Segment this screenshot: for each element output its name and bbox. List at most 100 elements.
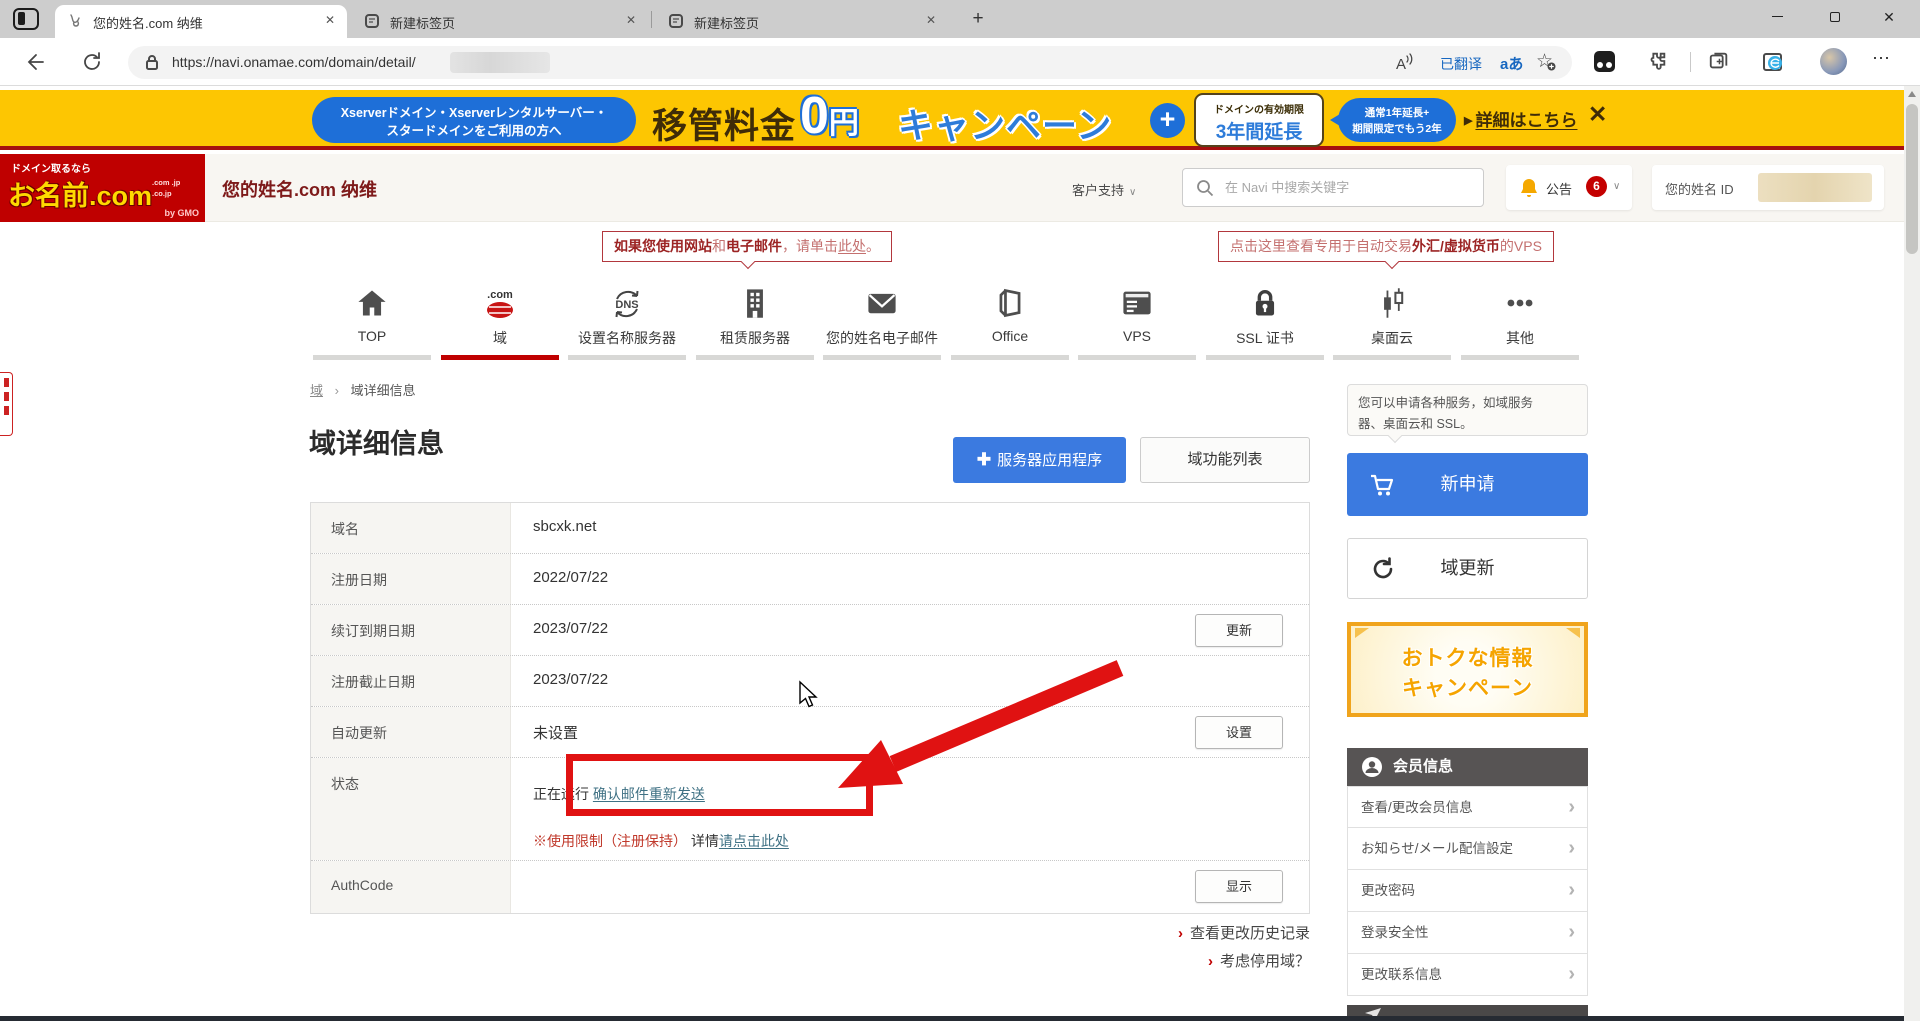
page-viewport: Xserverドメイン・Xserverレンタルサーバー・ スタードメインをご利用… [0, 86, 1920, 1021]
banner-headline-dark: 移管料金 [652, 98, 796, 149]
breadcrumb-root[interactable]: 域 [310, 383, 323, 398]
service-nav: 如果您使用网站和电子邮件，请单击此处。 点击这里查看专用于自动交易外汇/虚拟货币… [0, 222, 1904, 365]
cart-icon [1369, 472, 1395, 498]
change-history-link[interactable]: ›查看更改历史记录 [1178, 922, 1310, 943]
table-row: 注册日期 2022/07/22 [311, 554, 1309, 605]
tab-title: 您的姓名.com 纳维 [93, 13, 203, 32]
domain-functions-button[interactable]: 域功能列表 [1140, 437, 1310, 483]
nav-item-top[interactable]: TOP [313, 282, 431, 360]
profile-avatar[interactable] [1820, 48, 1847, 75]
browser-toolbar: https://navi.onamae.com/domain/detail/ A… [0, 38, 1920, 86]
address-bar[interactable]: https://navi.onamae.com/domain/detail/ A… [128, 46, 1572, 79]
read-aloud-icon[interactable]: A [1396, 52, 1415, 73]
auto-renew-set-button[interactable]: 设置 [1195, 716, 1283, 749]
member-info-header: 会员信息 [1347, 748, 1588, 786]
notice-dropdown[interactable]: 公告 6 ∨ [1506, 165, 1632, 210]
window-close-button[interactable]: ✕ [1866, 0, 1912, 34]
new-application-button[interactable]: 新申请 [1347, 453, 1588, 516]
search-input[interactable] [1223, 175, 1471, 200]
navi-search[interactable] [1182, 168, 1484, 207]
browser-menu-button[interactable]: ⋯ [1872, 48, 1891, 69]
server-app-button[interactable]: ✚服务器应用程序 [953, 437, 1126, 483]
nav-item-vps[interactable]: VPS [1078, 282, 1196, 360]
workspace-icon[interactable] [13, 8, 39, 30]
table-row: 注册截止日期 2023/07/22 [311, 656, 1309, 707]
onamae-logo[interactable]: ドメイン取るなら お名前.com .com .jp .co.jp by GMO [0, 154, 205, 222]
server-building-icon [696, 282, 814, 324]
translated-indicator[interactable]: 已翻译 [1440, 54, 1482, 74]
scrollbar-thumb [1906, 104, 1918, 254]
new-tab-button[interactable]: + [966, 7, 990, 31]
disable-domain-link[interactable]: ›考虑停用域？ [1208, 950, 1310, 971]
banner-details-link[interactable]: ▶詳細はこちら [1464, 106, 1577, 131]
chevron-down-icon: ∨ [1613, 181, 1620, 192]
tooltip-link[interactable]: 此处 [838, 238, 866, 254]
browser-window: 您的姓名.com 纳维 ✕ 新建标签页 ✕ 新建标签页 ✕ + ✕ [0, 0, 1920, 1021]
window-minimize-button[interactable] [1754, 0, 1800, 34]
account-id-box[interactable]: 您的姓名 ID [1652, 165, 1884, 210]
table-row: AuthCode 显示 [311, 861, 1309, 913]
nav-item-office[interactable]: Office [951, 282, 1069, 360]
browser-essentials-icon[interactable] [1594, 51, 1615, 72]
member-menu: 查看/更改会员信息› お知らせ/メール配信設定› 更改密码› 登录安全性› 更改… [1347, 786, 1588, 996]
authcode-show-button[interactable]: 显示 [1195, 870, 1283, 903]
campaign-info-banner[interactable]: おトクな情報 キャンペーン [1347, 622, 1588, 717]
plus-icon: ✚ [977, 450, 991, 469]
nav-item-email[interactable]: 您的姓名电子邮件 [823, 282, 941, 360]
menu-item-login-security[interactable]: 登录安全性› [1347, 912, 1588, 954]
back-button[interactable] [22, 50, 46, 74]
nav-item-others[interactable]: 其他 [1461, 282, 1579, 360]
scrollbar-up-icon [1908, 91, 1916, 97]
chevron-right-icon: › [1568, 912, 1575, 953]
menu-item-contact-info[interactable]: 更改联系信息› [1347, 954, 1588, 996]
nav-item-domain[interactable]: .com 域 [441, 282, 559, 360]
newtab-favicon-icon [364, 13, 380, 32]
nav-item-ssl[interactable]: SSL 证书 [1206, 282, 1324, 360]
nav-item-nameserver[interactable]: DNS 设置名称服务器 [568, 282, 686, 360]
extensions-puzzle-icon[interactable] [1646, 50, 1670, 74]
nav-item-rental-server[interactable]: 租赁服务器 [696, 282, 814, 360]
dotcom-icon: .com [441, 282, 559, 324]
breadcrumb: 域 › 域详细信息 [310, 380, 416, 399]
customer-support-menu[interactable]: 客户支持∨ [1072, 180, 1136, 199]
tab-onamae[interactable]: 您的姓名.com 纳维 ✕ [55, 5, 347, 38]
table-row: 域名 sbcxk.net [311, 503, 1309, 554]
reload-button[interactable] [80, 50, 104, 74]
refresh-icon [1370, 556, 1396, 582]
page-scrollbar[interactable] [1904, 86, 1920, 1021]
onamae-favicon-icon [67, 13, 83, 32]
breadcrumb-separator-icon: › [335, 383, 339, 398]
sidebar-tooltip: 您可以申请各种服务，如域服务 器、桌面云和 SSL。 [1347, 384, 1588, 436]
tab-close-icon[interactable]: ✕ [325, 13, 335, 27]
toolbar-separator [1690, 52, 1691, 72]
tab-newtab-1[interactable]: 新建标签页 ✕ [352, 5, 648, 38]
renew-button[interactable]: 更新 [1195, 614, 1283, 647]
menu-item-change-password[interactable]: 更改密码› [1347, 870, 1588, 912]
tab-close-icon[interactable]: ✕ [926, 13, 936, 27]
plus-circle-icon: + [1150, 103, 1185, 138]
window-maximize-button[interactable] [1812, 0, 1858, 34]
nav-item-desktop-cloud[interactable]: 桌面云 [1333, 282, 1451, 360]
lock-icon [144, 54, 160, 76]
tab-separator [651, 11, 652, 28]
menu-item-mail-settings[interactable]: お知らせ/メール配信設定› [1347, 828, 1588, 870]
details-here-link[interactable]: 请点击此处 [719, 833, 789, 849]
feedback-side-tab[interactable] [0, 372, 13, 436]
collections-icon[interactable] [1708, 50, 1732, 74]
office-icon [951, 282, 1069, 324]
banner-close-icon[interactable]: ✕ [1588, 101, 1607, 128]
tab-close-icon[interactable]: ✕ [626, 13, 636, 27]
table-row: 自动更新 未设置 设置 [311, 707, 1309, 758]
banner-headline-campaign: キャンペーン [898, 98, 1112, 149]
ie-mode-icon[interactable] [1762, 50, 1786, 74]
tab-newtab-2[interactable]: 新建标签页 ✕ [656, 5, 948, 38]
translate-icon[interactable]: aあ [1500, 53, 1523, 74]
tab-title: 新建标签页 [390, 13, 455, 32]
favorite-star-icon[interactable]: ☆ [1536, 50, 1556, 73]
menu-item-member-info[interactable]: 查看/更改会员信息› [1347, 786, 1588, 828]
page-bottom-bar [0, 1016, 1904, 1021]
banner-pill[interactable]: Xserverドメイン・Xserverレンタルサーバー・ スタードメインをご利用… [312, 97, 636, 143]
person-icon [1361, 756, 1383, 778]
domain-renew-button[interactable]: 域更新 [1347, 538, 1588, 599]
usage-restriction-note: ※使用限制（注册保持） [533, 833, 687, 849]
